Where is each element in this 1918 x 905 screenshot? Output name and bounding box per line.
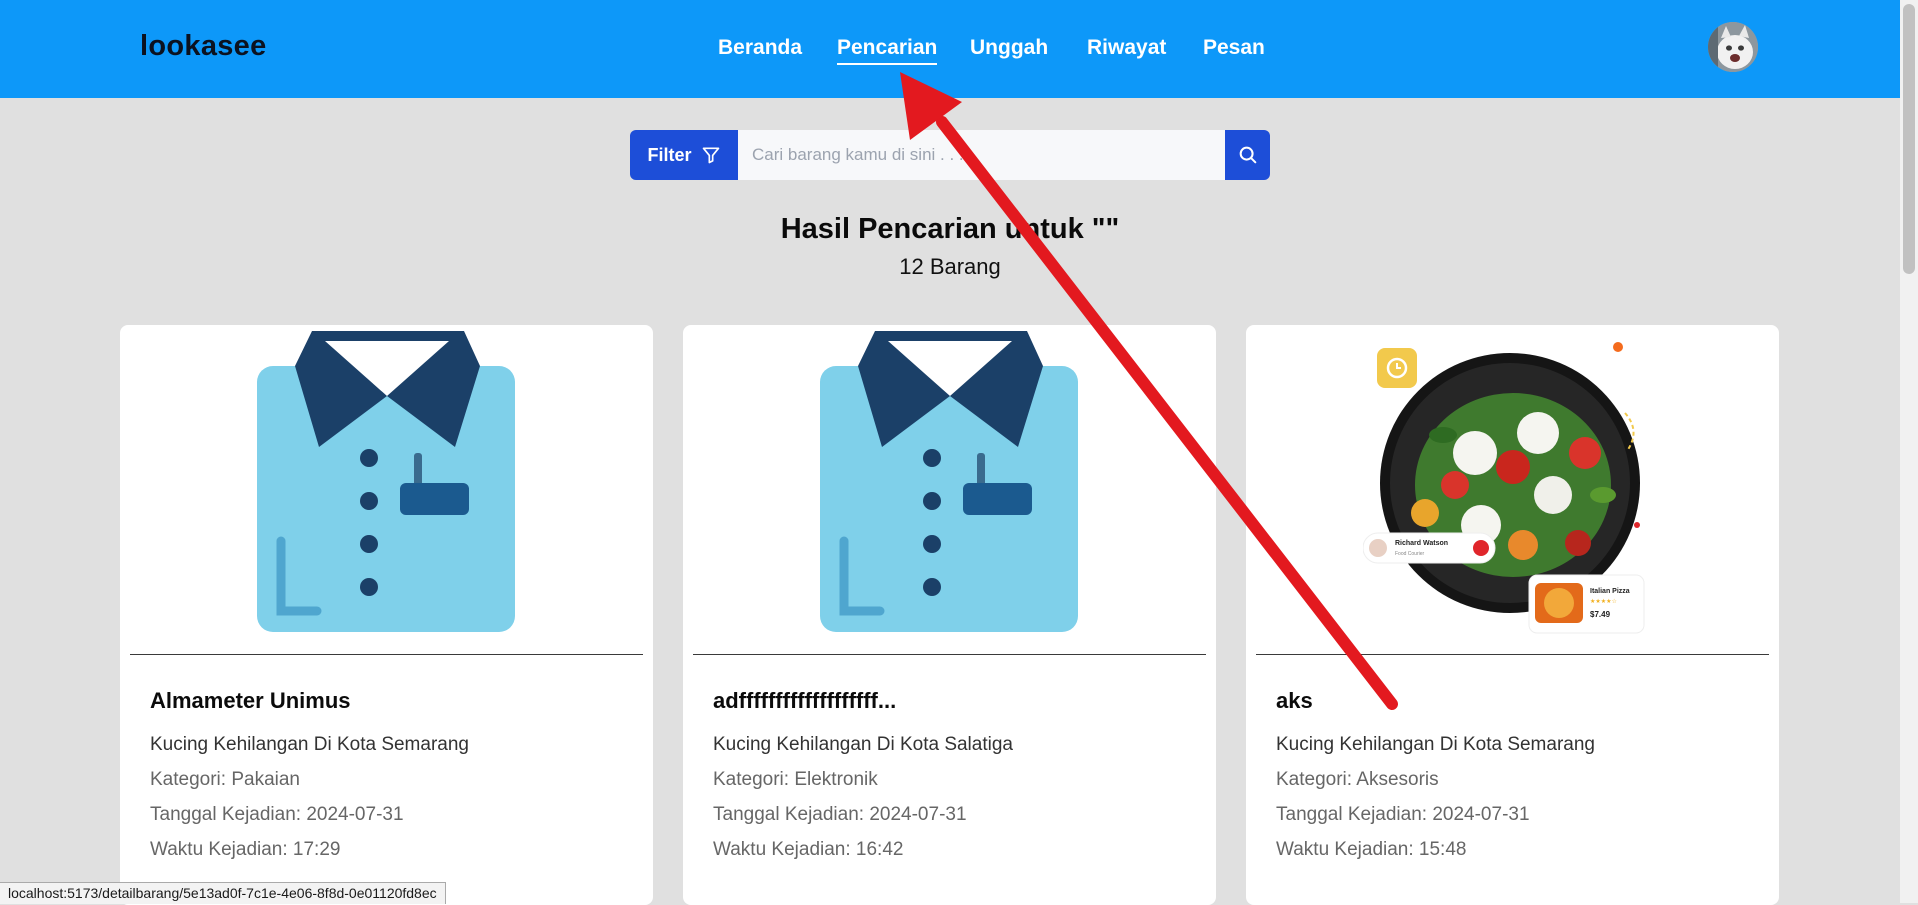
nav-pencarian[interactable]: Pencarian [837, 36, 938, 65]
funnel-icon [702, 147, 719, 164]
cat-avatar-icon [1708, 22, 1758, 72]
card-divider [693, 654, 1206, 655]
filter-button[interactable]: Filter [630, 130, 738, 180]
search-button[interactable] [1225, 130, 1270, 180]
pizza-name: Italian Pizza [1590, 588, 1630, 595]
shirt-illustration-icon [819, 330, 1078, 632]
card-divider [1256, 654, 1769, 655]
item-card[interactable]: Almameter Unimus Kucing Kehilangan Di Ko… [120, 325, 653, 905]
card-location: Kucing Kehilangan Di Kota Salatiga [713, 734, 1013, 755]
courier-role: Food Courier [1395, 551, 1425, 557]
card-location: Kucing Kehilangan Di Kota Semarang [150, 734, 469, 755]
card-divider [130, 654, 643, 655]
user-avatar[interactable] [1708, 22, 1758, 72]
courier-card: Richard Watson Food Courier [1362, 532, 1495, 563]
top-navbar: lookasee Beranda Pencarian Unggah Riwaya… [0, 0, 1900, 98]
card-title: aks [1276, 688, 1313, 713]
card-category: Kategori: Pakaian [150, 769, 300, 790]
card-location: Kucing Kehilangan Di Kota Semarang [1276, 734, 1595, 755]
card-category: Kategori: Aksesoris [1276, 769, 1439, 790]
salad-bowl-icon: Richard Watson Food Courier Italian Pizz… [1362, 341, 1644, 633]
search-icon [1239, 146, 1256, 164]
card-time: Waktu Kejadian: 17:29 [150, 839, 341, 860]
results-title: Hasil Pencarian untuk "" [780, 213, 1120, 245]
card-title: adfffffffffffffffffff... [713, 688, 897, 713]
card-date: Tanggal Kejadian: 2024-07-31 [1276, 804, 1530, 825]
scrollbar-thumb[interactable] [1903, 4, 1915, 274]
card-time: Waktu Kejadian: 16:42 [713, 839, 904, 860]
main-nav: Beranda Pencarian Unggah Riwayat Pesan [0, 36, 1900, 76]
search-bar: Filter [630, 130, 1270, 180]
card-category: Kategori: Elektronik [713, 769, 878, 790]
item-image [120, 325, 653, 654]
pizza-price: $7.49 [1590, 610, 1611, 619]
card-date: Tanggal Kejadian: 2024-07-31 [150, 804, 404, 825]
card-title: Almameter Unimus [150, 688, 351, 713]
item-image: Richard Watson Food Courier Italian Pizz… [1246, 325, 1779, 654]
page-scrollbar[interactable] [1900, 0, 1918, 903]
card-date: Tanggal Kejadian: 2024-07-31 [713, 804, 967, 825]
nav-riwayat[interactable]: Riwayat [1087, 36, 1166, 60]
status-bar-url: localhost:5173/detailbarang/5e13ad0f-7c1… [0, 882, 446, 904]
results-count: 12 Barang [899, 254, 1001, 279]
filter-label: Filter [647, 144, 692, 165]
item-image [683, 325, 1216, 654]
card-time: Waktu Kejadian: 15:48 [1276, 839, 1467, 860]
shirt-illustration-icon [256, 330, 515, 632]
nav-unggah[interactable]: Unggah [970, 36, 1048, 60]
svg-text:★★★★☆: ★★★★☆ [1590, 598, 1617, 605]
item-card[interactable]: Richard Watson Food Courier Italian Pizz… [1246, 325, 1779, 905]
item-card[interactable]: adfffffffffffffffffff... Kucing Kehilang… [683, 325, 1216, 905]
pizza-card: Italian Pizza ★★★★☆ $7.49 [1528, 574, 1644, 633]
courier-name: Richard Watson [1395, 540, 1448, 547]
nav-beranda[interactable]: Beranda [718, 36, 802, 60]
search-input[interactable] [738, 130, 1225, 180]
nav-pesan[interactable]: Pesan [1203, 36, 1265, 60]
